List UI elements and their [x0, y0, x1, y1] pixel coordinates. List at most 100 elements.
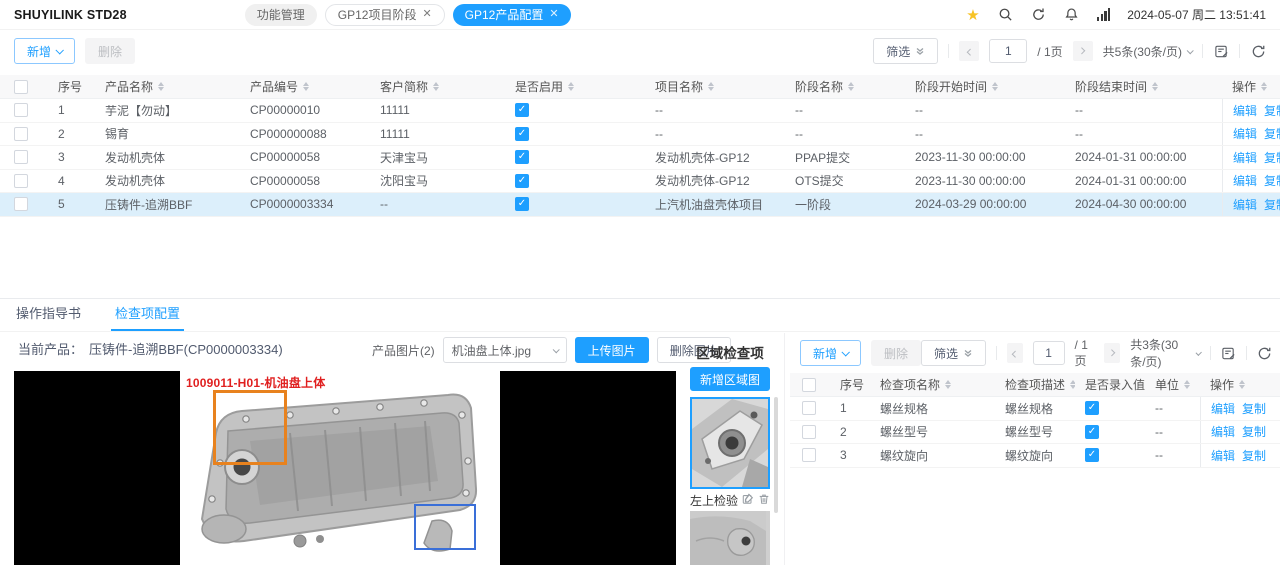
check-record-count-dropdown[interactable]: 共3条(30条/页) — [1130, 336, 1200, 370]
column-header[interactable]: 是否启用 — [505, 75, 645, 98]
column-header[interactable]: 单位 — [1145, 373, 1200, 396]
row-checkbox[interactable] — [14, 174, 28, 188]
value-entry-checkbox[interactable]: ✓ — [1085, 448, 1099, 462]
check-page-number-input[interactable] — [1033, 341, 1065, 365]
check-item-row[interactable]: 3螺纹旋向螺纹旋向✓--编辑复制 — [790, 444, 1280, 468]
column-header[interactable]: 项目名称 — [645, 75, 785, 98]
row-checkbox[interactable] — [14, 103, 28, 117]
close-tab-icon[interactable]: ✕ — [422, 9, 431, 20]
sort-icon[interactable] — [568, 79, 574, 94]
copy-link[interactable]: 复制 — [1242, 400, 1266, 417]
product-row[interactable]: 4发动机壳体CP00000058沈阳宝马✓发动机壳体-GP12OTS提交2023… — [0, 170, 1280, 194]
check-filter-button[interactable]: 筛选 — [921, 340, 986, 366]
row-checkbox[interactable] — [802, 401, 816, 415]
favorite-star-icon[interactable]: ★ — [965, 7, 981, 23]
check-next-page-button[interactable] — [1104, 343, 1120, 363]
close-tab-icon[interactable]: ✕ — [549, 9, 558, 20]
reload-table-icon[interactable] — [1250, 43, 1266, 59]
row-checkbox[interactable] — [802, 448, 816, 462]
tab-function-manage[interactable]: 功能管理 — [245, 4, 317, 26]
row-checkbox[interactable] — [14, 197, 28, 211]
region-box-blue[interactable] — [414, 504, 476, 550]
edit-link[interactable]: 编辑 — [1233, 196, 1257, 213]
edit-link[interactable]: 编辑 — [1211, 423, 1235, 440]
copy-link[interactable]: 复制 — [1242, 423, 1266, 440]
sort-icon[interactable] — [1261, 79, 1267, 94]
tab-operation-guide[interactable]: 操作指导书 — [12, 296, 85, 331]
region-thumbnail-selected[interactable] — [690, 397, 770, 489]
filter-button[interactable]: 筛选 — [873, 38, 938, 64]
delete-button[interactable]: 删除 — [85, 38, 135, 64]
column-header[interactable]: 检查项名称 — [870, 373, 995, 396]
column-header[interactable]: 客户简称 — [370, 75, 505, 98]
add-region-image-button[interactable]: 新增区域图 — [690, 367, 770, 391]
upload-image-button[interactable]: 上传图片 — [575, 337, 649, 363]
sort-icon[interactable] — [708, 79, 714, 94]
sort-icon[interactable] — [848, 79, 854, 94]
image-select[interactable]: 机油盘上体.jpg — [443, 337, 567, 363]
select-all-checkbox[interactable] — [14, 80, 28, 94]
check-reload-icon[interactable] — [1257, 345, 1272, 361]
enabled-checkbox[interactable]: ✓ — [515, 150, 529, 164]
sort-icon[interactable] — [1152, 79, 1158, 94]
sort-icon[interactable] — [303, 79, 309, 94]
edit-link[interactable]: 编辑 — [1233, 125, 1257, 142]
page-number-input[interactable] — [989, 39, 1027, 63]
check-item-row[interactable]: 1螺丝规格螺丝规格✓--编辑复制 — [790, 397, 1280, 421]
sort-icon[interactable] — [433, 79, 439, 94]
sort-icon[interactable] — [1184, 377, 1190, 392]
product-row[interactable]: 3发动机壳体CP00000058天津宝马✓发动机壳体-GP12PPAP提交202… — [0, 146, 1280, 170]
copy-link[interactable]: 复制 — [1264, 196, 1280, 213]
edit-link[interactable]: 编辑 — [1233, 172, 1257, 189]
column-header[interactable]: 产品名称 — [95, 75, 240, 98]
copy-link[interactable]: 复制 — [1264, 125, 1280, 142]
product-row[interactable]: 1芋泥【勿动】CP0000001011111✓--------编辑复制 — [0, 99, 1280, 123]
check-prev-page-button[interactable] — [1007, 343, 1023, 363]
prev-page-button[interactable] — [959, 41, 979, 61]
enabled-checkbox[interactable]: ✓ — [515, 103, 529, 117]
notification-bell-icon[interactable] — [1064, 7, 1080, 23]
delete-region-icon[interactable] — [758, 493, 770, 508]
edit-link[interactable]: 编辑 — [1211, 400, 1235, 417]
product-row[interactable]: 2锡育CP00000008811111✓--------编辑复制 — [0, 123, 1280, 147]
check-column-settings-icon[interactable] — [1221, 345, 1236, 361]
edit-link[interactable]: 编辑 — [1211, 447, 1235, 464]
sort-icon[interactable] — [992, 79, 998, 94]
column-header[interactable]: 是否录入值 — [1075, 373, 1145, 396]
sort-icon[interactable] — [158, 79, 164, 94]
tab-check-item-config[interactable]: 检查项配置 — [111, 296, 184, 331]
column-header[interactable]: 操作 — [1200, 373, 1280, 396]
column-header[interactable]: 产品编号 — [240, 75, 370, 98]
enabled-checkbox[interactable]: ✓ — [515, 174, 529, 188]
region-thumbnail[interactable] — [690, 511, 770, 565]
column-header[interactable]: 阶段结束时间 — [1065, 75, 1222, 98]
copy-link[interactable]: 复制 — [1264, 149, 1280, 166]
enabled-checkbox[interactable]: ✓ — [515, 197, 529, 211]
delete-check-item-button[interactable]: 删除 — [871, 340, 921, 366]
row-checkbox[interactable] — [802, 425, 816, 439]
column-header[interactable]: 检查项描述 — [995, 373, 1075, 396]
product-image-canvas[interactable]: 1009011-H01-机油盘上体 — [14, 371, 676, 565]
tab-gp12-project-phase[interactable]: GP12项目阶段 ✕ — [325, 4, 445, 26]
enabled-checkbox[interactable]: ✓ — [515, 127, 529, 141]
record-count-dropdown[interactable]: 共5条(30条/页) — [1103, 43, 1192, 60]
region-box-orange[interactable] — [213, 390, 287, 465]
refresh-icon[interactable] — [1031, 7, 1047, 23]
tab-gp12-product-config[interactable]: GP12产品配置 ✕ — [453, 4, 571, 26]
edit-region-icon[interactable] — [742, 493, 754, 508]
edit-link[interactable]: 编辑 — [1233, 102, 1257, 119]
sort-icon[interactable] — [945, 377, 951, 392]
product-row[interactable]: 5压铸件-追溯BBFCP0000003334--✓上汽机油盘壳体项目一阶段202… — [0, 193, 1280, 217]
check-select-all-checkbox[interactable] — [802, 378, 816, 392]
row-checkbox[interactable] — [14, 150, 28, 164]
add-button[interactable]: 新增 — [14, 38, 75, 64]
copy-link[interactable]: 复制 — [1264, 102, 1280, 119]
next-page-button[interactable] — [1073, 41, 1093, 61]
copy-link[interactable]: 复制 — [1264, 172, 1280, 189]
sort-icon[interactable] — [1239, 377, 1245, 392]
column-header[interactable]: 阶段开始时间 — [905, 75, 1065, 98]
column-header[interactable]: 操作 — [1222, 75, 1280, 98]
search-icon[interactable] — [998, 7, 1014, 23]
region-scrollbar[interactable] — [774, 397, 778, 513]
column-settings-icon[interactable] — [1213, 43, 1229, 59]
